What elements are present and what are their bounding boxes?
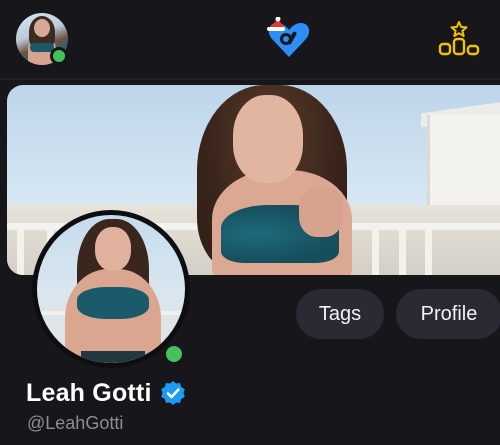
profile-button-label: Profile	[420, 302, 478, 325]
top-bar	[0, 0, 500, 78]
heart-logo-with-santa-hat-icon[interactable]	[264, 17, 314, 59]
tags-button[interactable]: Tags	[296, 289, 384, 339]
display-name: Leah Gotti	[26, 378, 152, 407]
profile-button[interactable]: Profile	[396, 289, 500, 339]
verified-badge-icon	[160, 381, 185, 405]
username-handle: @LeahGotti	[27, 413, 124, 433]
profile-name-row: Leah Gotti	[26, 376, 186, 410]
tags-button-label: Tags	[318, 302, 362, 325]
online-status-dot	[50, 47, 68, 65]
podium-star-icon[interactable]	[437, 20, 481, 56]
header-divider	[0, 78, 500, 80]
profile-online-status-dot	[163, 343, 185, 365]
